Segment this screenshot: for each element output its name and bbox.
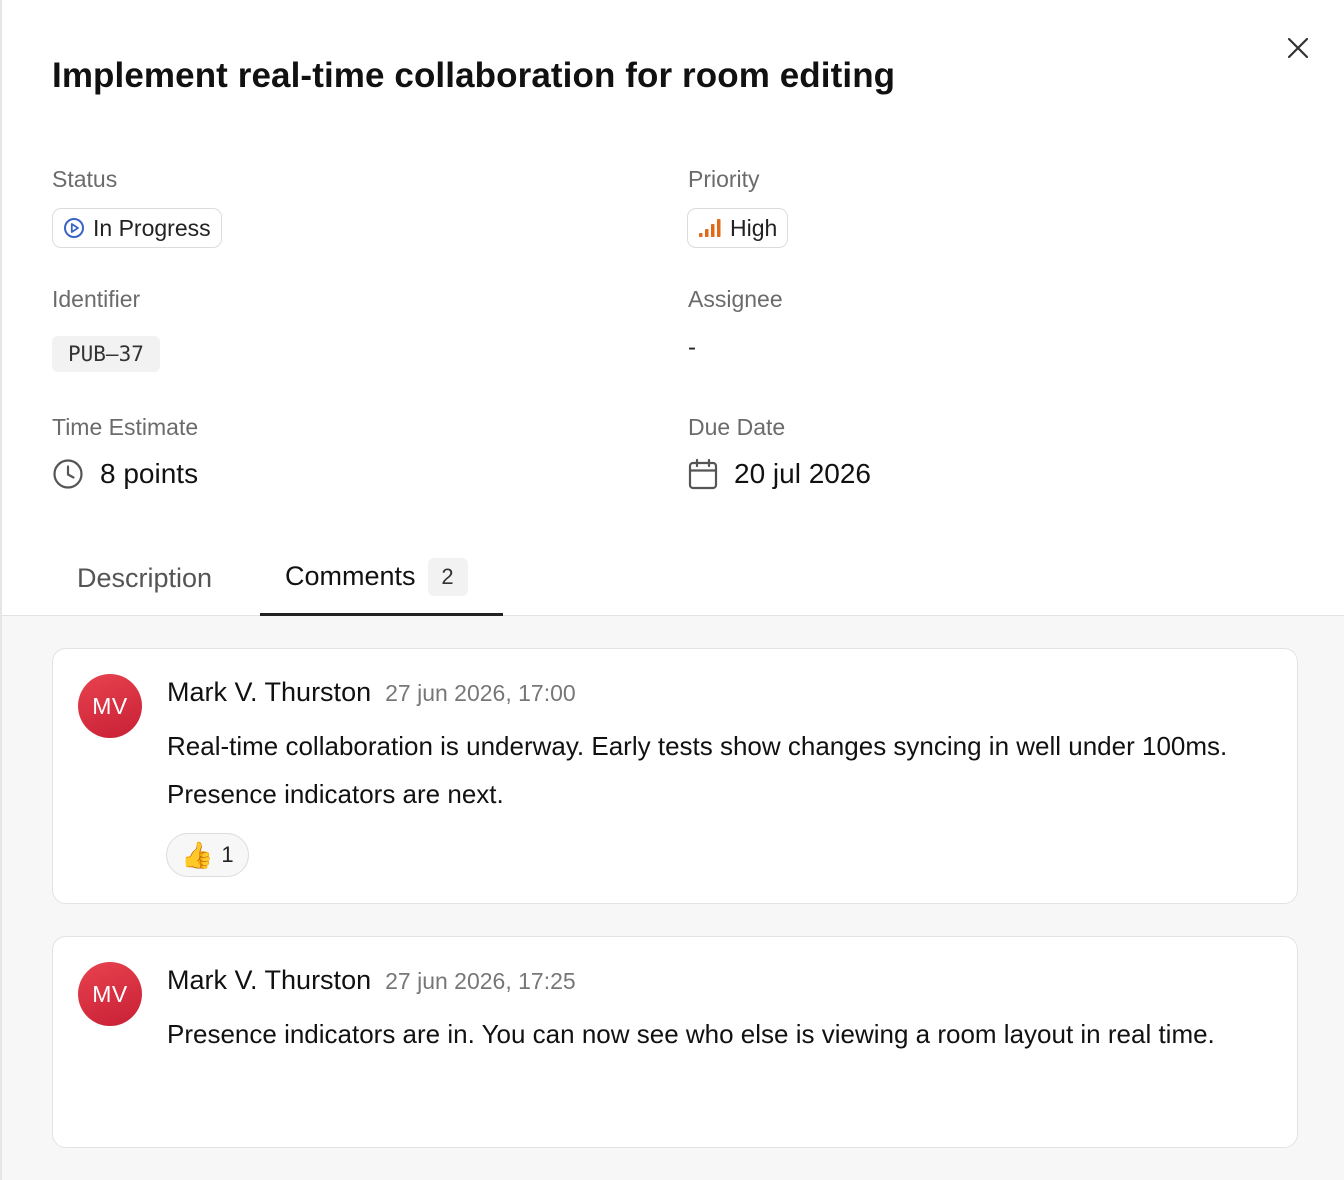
time-estimate-field[interactable]: 8 points <box>52 458 198 490</box>
identifier-label: Identifier <box>52 286 141 312</box>
close-icon <box>1287 37 1309 59</box>
comment-author: Mark V. Thurston <box>167 965 372 995</box>
status-pill[interactable]: In Progress <box>52 208 222 248</box>
assignee-label: Assignee <box>688 286 783 312</box>
thumbs-up-icon: 👍 <box>181 840 214 870</box>
avatar: MV <box>78 674 142 738</box>
priority-value: High <box>730 214 778 241</box>
priority-label: Priority <box>688 166 760 192</box>
clock-icon <box>52 458 84 490</box>
reaction-count: 1 <box>221 842 234 867</box>
issue-title: Implement real-time collaboration for ro… <box>52 56 896 95</box>
due-date-label: Due Date <box>688 414 786 440</box>
assignee-value[interactable]: - <box>688 334 696 362</box>
tab-description-label: Description <box>77 562 213 593</box>
due-date-value: 20 jul 2026 <box>734 458 872 489</box>
comments-list: MV Mark V. Thurston 27 jun 2026, 17:00 Re… <box>2 616 1344 1180</box>
time-estimate-label: Time Estimate <box>52 414 199 440</box>
signal-bars-icon <box>698 217 722 239</box>
issue-detail-panel: Implement real-time collaboration for ro… <box>0 0 1344 1180</box>
tab-bar: Description Comments 2 <box>2 540 1344 616</box>
comment-author: Mark V. Thurston <box>167 677 372 707</box>
comments-count-badge: 2 <box>427 557 468 596</box>
time-estimate-value: 8 points <box>100 458 199 489</box>
calendar-icon <box>688 458 718 490</box>
due-date-field[interactable]: 20 jul 2026 <box>688 458 871 490</box>
status-value: In Progress <box>93 214 211 241</box>
close-button[interactable] <box>1282 32 1314 64</box>
comment-card: MV Mark V. Thurston 27 jun 2026, 17:25 Pr… <box>52 936 1298 1148</box>
priority-pill[interactable]: High <box>687 208 789 248</box>
identifier-chip[interactable]: PUB–37 <box>52 336 160 372</box>
tab-comments-label: Comments <box>285 561 416 591</box>
comment-text: Real-time collaboration is underway. Ear… <box>167 731 1228 809</box>
comment-timestamp: 27 jun 2026, 17:00 <box>385 680 576 706</box>
play-circle-icon <box>63 217 85 239</box>
tab-comments[interactable]: Comments 2 <box>260 540 503 616</box>
comment-header: Mark V. Thurston 27 jun 2026, 17:25 <box>167 965 576 996</box>
comment-text: Presence indicators are in. You can now … <box>167 1019 1215 1049</box>
tab-description[interactable]: Description <box>77 540 212 616</box>
avatar: MV <box>78 962 142 1026</box>
comment-header: Mark V. Thurston 27 jun 2026, 17:00 <box>167 677 576 708</box>
comment-timestamp: 27 jun 2026, 17:25 <box>385 968 576 994</box>
status-label: Status <box>52 166 118 192</box>
comment-card: MV Mark V. Thurston 27 jun 2026, 17:00 Re… <box>52 648 1298 904</box>
reaction-button[interactable]: 👍 1 <box>166 833 249 877</box>
